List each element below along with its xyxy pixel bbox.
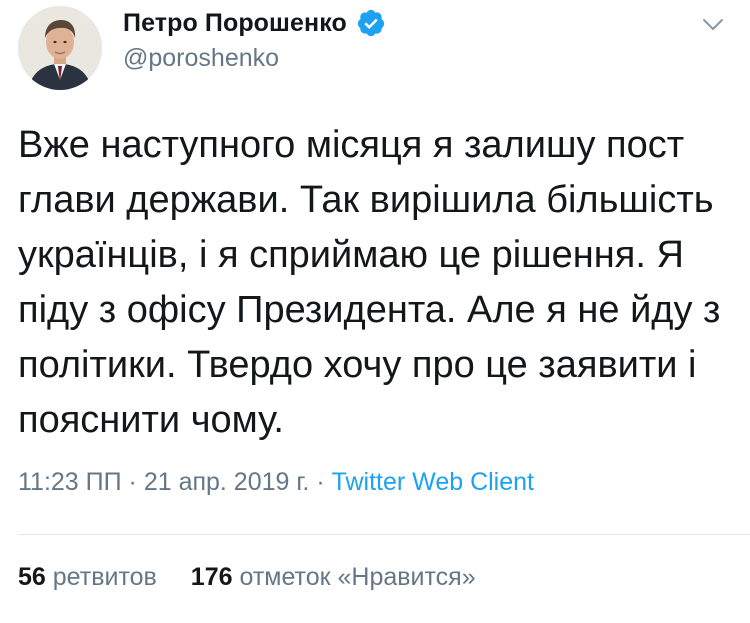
meta-separator: · bbox=[309, 468, 332, 496]
tweet-time[interactable]: 11:23 ПП bbox=[18, 468, 122, 496]
retweets-stat[interactable]: 56 ретвитов bbox=[18, 563, 157, 591]
chevron-down-icon[interactable] bbox=[700, 12, 726, 38]
tweet-client-link[interactable]: Twitter Web Client bbox=[332, 468, 534, 496]
likes-label: отметок «Нравится» bbox=[239, 563, 476, 591]
author-row: Петро Порошенко bbox=[123, 8, 386, 38]
verified-badge-icon bbox=[356, 8, 386, 38]
likes-count: 176 bbox=[190, 563, 233, 591]
avatar-image bbox=[18, 6, 102, 90]
avatar[interactable] bbox=[18, 6, 102, 90]
meta-separator: · bbox=[121, 468, 144, 496]
author-handle[interactable]: @poroshenko bbox=[123, 44, 279, 73]
retweets-count: 56 bbox=[18, 563, 46, 591]
retweets-label: ретвитов bbox=[52, 563, 157, 591]
tweet-text: Вже наступного місяця я залишу пост глав… bbox=[18, 124, 721, 441]
tweet-stats: 56 ретвитов 176 отметок «Нравится» bbox=[18, 563, 476, 592]
divider bbox=[18, 534, 750, 535]
likes-stat[interactable]: 176 отметок «Нравится» bbox=[191, 563, 476, 591]
author-name[interactable]: Петро Порошенко bbox=[123, 9, 347, 38]
tweet-date[interactable]: 21 апр. 2019 г. bbox=[144, 468, 310, 496]
tweet-metadata: 11:23 ПП · 21 апр. 2019 г. · Twitter Web… bbox=[18, 468, 534, 497]
